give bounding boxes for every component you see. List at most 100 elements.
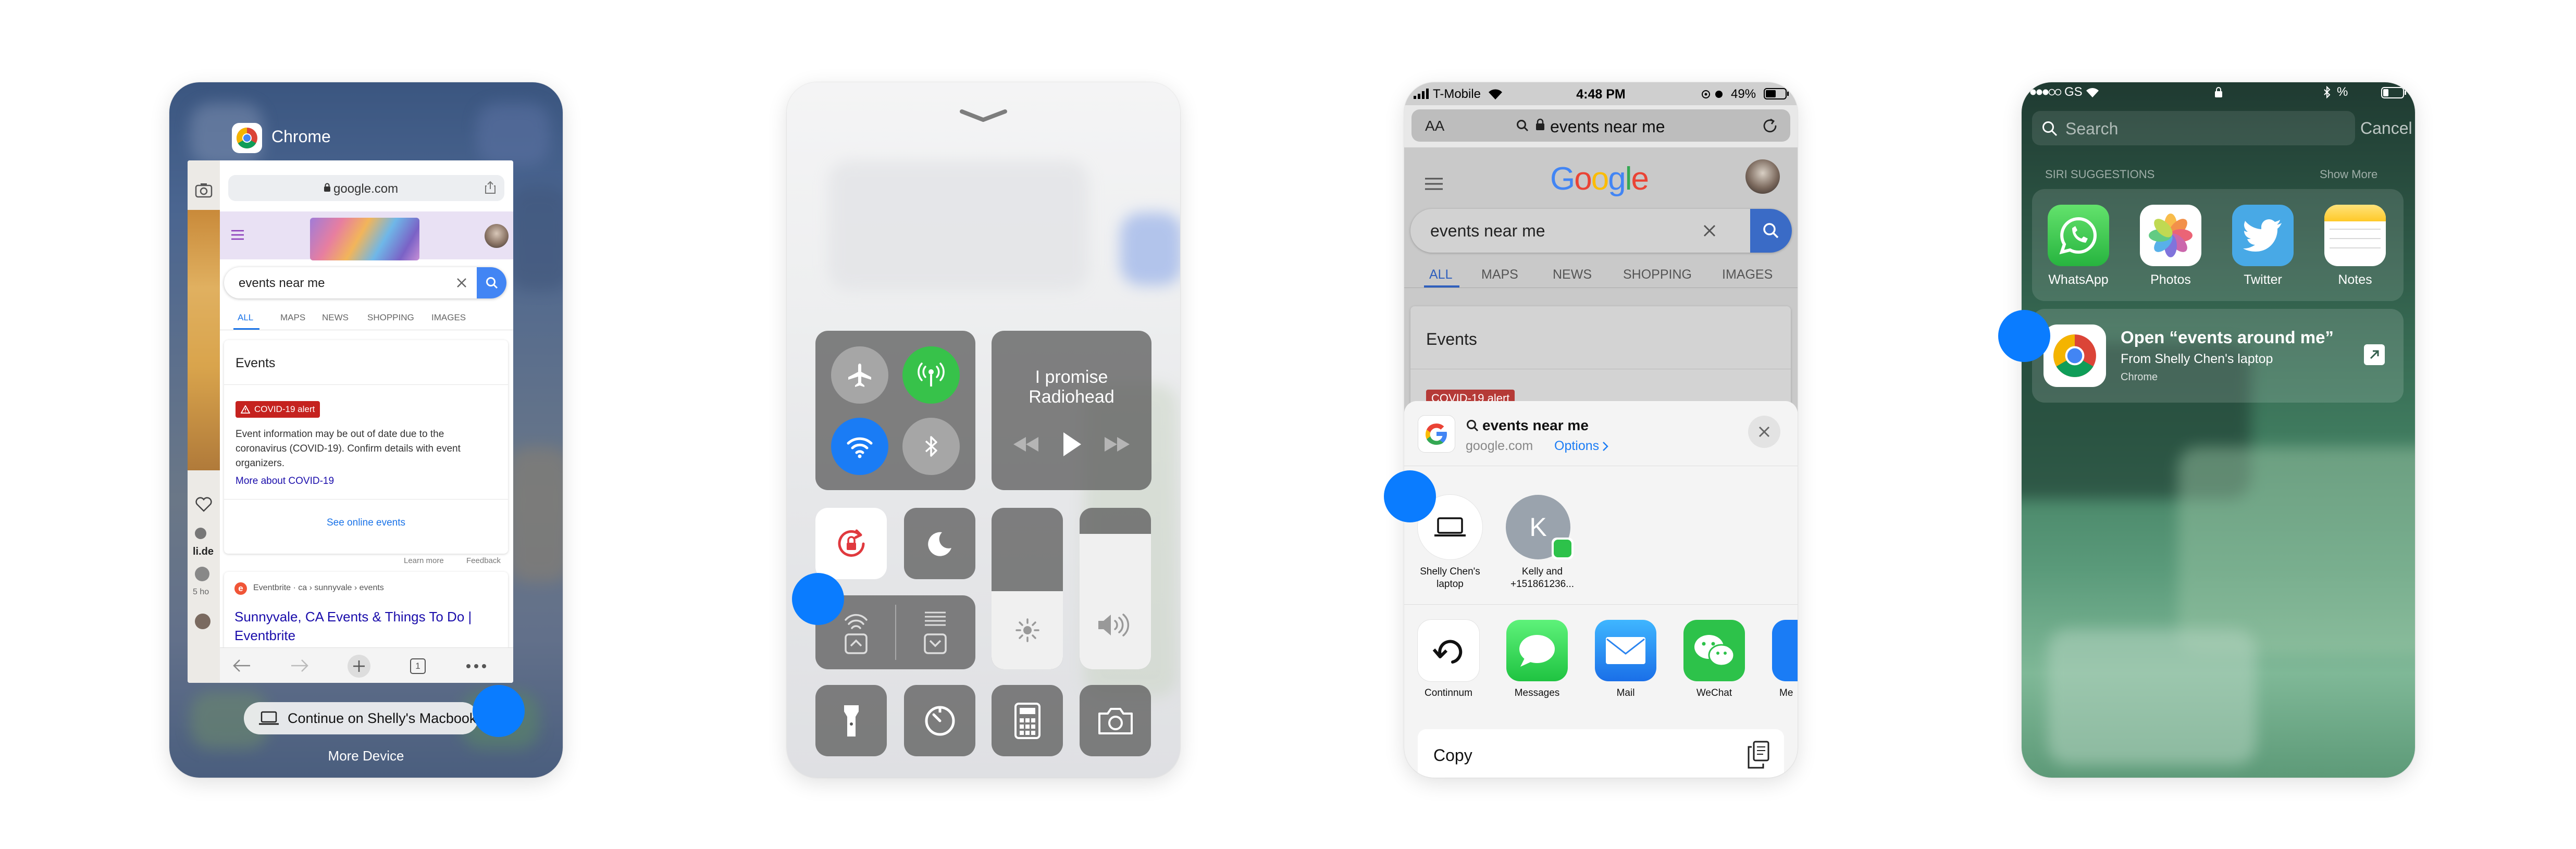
- url-bar[interactable]: google.com: [228, 175, 504, 201]
- message-bubble-icon: [1519, 635, 1555, 667]
- suggestion-title: Open “events around me”: [2121, 328, 2334, 347]
- covid-text: Event information may be out of date due…: [236, 429, 461, 469]
- share-icon[interactable]: [485, 181, 496, 197]
- continue-on-device-button[interactable]: Continue on Shelly's Macbook: [244, 702, 478, 734]
- feedback-link[interactable]: Feedback: [466, 556, 501, 565]
- fast-forward-icon[interactable]: [1103, 435, 1132, 454]
- close-button[interactable]: [1748, 416, 1780, 448]
- forward-icon[interactable]: [290, 658, 309, 673]
- open-arrow-button[interactable]: [2364, 344, 2385, 365]
- tab-all[interactable]: ALL: [238, 313, 253, 323]
- app-name: Chrome: [271, 127, 331, 146]
- airplane-mode-button[interactable]: [831, 346, 888, 404]
- chrome-app-icon: [232, 123, 262, 153]
- tab-images[interactable]: IMAGES: [431, 313, 466, 323]
- airdrop-contact[interactable]: K Kelly and +151861236...: [1506, 495, 1579, 591]
- do-not-disturb-button[interactable]: [904, 508, 975, 579]
- covid-link[interactable]: More about COVID-19: [236, 476, 334, 487]
- app-twitter[interactable]: [2232, 205, 2294, 266]
- clear-icon[interactable]: [456, 277, 467, 291]
- orientation-lock-button[interactable]: [815, 508, 887, 579]
- search-box[interactable]: events near me: [1410, 209, 1792, 253]
- tab-news[interactable]: NEWS: [322, 313, 349, 323]
- camera-button[interactable]: [1080, 685, 1151, 756]
- laptop-icon: [259, 711, 279, 725]
- learn-more-link[interactable]: Learn more: [404, 556, 444, 565]
- tab-shopping[interactable]: SHOPPING: [367, 313, 414, 323]
- share-domain: google.com: [1466, 439, 1533, 453]
- remote-up-icon[interactable]: [841, 608, 871, 656]
- play-icon[interactable]: [1060, 431, 1083, 458]
- app-photos[interactable]: [2140, 205, 2201, 266]
- timer-button[interactable]: [904, 685, 975, 756]
- tab-shopping[interactable]: SHOPPING: [1623, 267, 1692, 282]
- bluetooth-button[interactable]: [902, 418, 960, 475]
- airplane-icon: [848, 364, 871, 387]
- side-image: [188, 210, 220, 470]
- more-device-link[interactable]: More Device: [169, 748, 563, 764]
- avatar[interactable]: [485, 224, 509, 248]
- see-online-events-link[interactable]: See online events: [224, 517, 508, 529]
- share-app-more[interactable]: Me: [1772, 620, 1798, 699]
- result-title[interactable]: Sunnyvale, CA Events & Things To Do | Ev…: [234, 607, 500, 645]
- flashlight-button[interactable]: [815, 685, 887, 756]
- back-icon[interactable]: [232, 658, 251, 673]
- new-tab-button[interactable]: [348, 655, 370, 678]
- tab-maps[interactable]: MAPS: [280, 313, 305, 323]
- remote-down-icon[interactable]: [921, 608, 950, 656]
- share-app-continnum[interactable]: Continnum: [1418, 620, 1482, 699]
- whatsapp-icon: [2059, 217, 2097, 255]
- share-app-mail[interactable]: Mail: [1595, 620, 1659, 699]
- more-icon[interactable]: [466, 664, 487, 669]
- tab-images[interactable]: IMAGES: [1722, 267, 1773, 282]
- menu-icon[interactable]: [1424, 177, 1444, 191]
- share-app-wechat[interactable]: WeChat: [1683, 620, 1748, 699]
- touch-indicator: [792, 573, 844, 625]
- flashlight-icon: [844, 705, 859, 736]
- app-label-whatsapp: WhatsApp: [2048, 272, 2109, 287]
- phone-spotlight: GS % Search Cancel SIRI SUGGESTIONS Show…: [2022, 82, 2415, 778]
- search-text: events near me: [239, 276, 325, 290]
- clear-icon[interactable]: [1702, 223, 1717, 238]
- chrome-card[interactable]: li.de 5 ho google.com events near me ALL…: [188, 160, 513, 683]
- search-field[interactable]: Search: [2032, 111, 2355, 145]
- search-button[interactable]: [477, 267, 506, 298]
- wifi-icon: [847, 437, 873, 458]
- laptop-icon: [1434, 517, 1466, 536]
- cancel-button[interactable]: Cancel: [2360, 119, 2412, 138]
- lock-icon: [1536, 118, 1544, 130]
- options-link[interactable]: Options: [1554, 439, 1608, 454]
- wifi-button[interactable]: [831, 418, 888, 475]
- search-button[interactable]: [1750, 209, 1792, 253]
- address-bar[interactable]: AA events near me: [1411, 109, 1790, 142]
- volume-slider[interactable]: [1080, 508, 1151, 669]
- app-notes[interactable]: [2324, 205, 2386, 266]
- reader-button[interactable]: AA: [1425, 118, 1444, 134]
- search-icon: [1467, 420, 1479, 432]
- reload-icon[interactable]: [1762, 118, 1778, 134]
- search-box[interactable]: events near me: [224, 267, 506, 298]
- touch-indicator: [473, 685, 525, 737]
- calculator-button[interactable]: [992, 685, 1063, 756]
- avatar[interactable]: [1745, 159, 1780, 194]
- rewind-icon[interactable]: [1011, 435, 1041, 454]
- share-app-messages[interactable]: Messages: [1506, 620, 1571, 699]
- menu-icon[interactable]: [230, 229, 245, 243]
- cellular-button[interactable]: [902, 346, 960, 404]
- app-label-photos: Photos: [2150, 272, 2191, 287]
- app-whatsapp[interactable]: [2048, 205, 2109, 266]
- google-logo: Google: [1550, 161, 1649, 197]
- tab-news[interactable]: NEWS: [1553, 267, 1592, 282]
- twitter-bird-icon: [2243, 219, 2282, 252]
- tab-all[interactable]: ALL: [1429, 267, 1452, 282]
- chevron-down-icon[interactable]: [959, 107, 1008, 124]
- signal-dots-icon: [2030, 89, 2061, 96]
- handoff-suggestion[interactable]: Open “events around me” From Shelly Chen…: [2032, 309, 2404, 403]
- copy-action[interactable]: Copy: [1418, 729, 1784, 778]
- show-more-link[interactable]: Show More: [2320, 168, 2377, 181]
- result-card[interactable]: e Eventbrite · ca › sunnyvale › events S…: [224, 572, 508, 655]
- tab-switcher-button[interactable]: 1: [410, 658, 426, 674]
- tab-maps[interactable]: MAPS: [1481, 267, 1518, 282]
- brightness-slider[interactable]: [992, 508, 1063, 669]
- now-playing-tile[interactable]: I promise Radiohead: [992, 331, 1151, 490]
